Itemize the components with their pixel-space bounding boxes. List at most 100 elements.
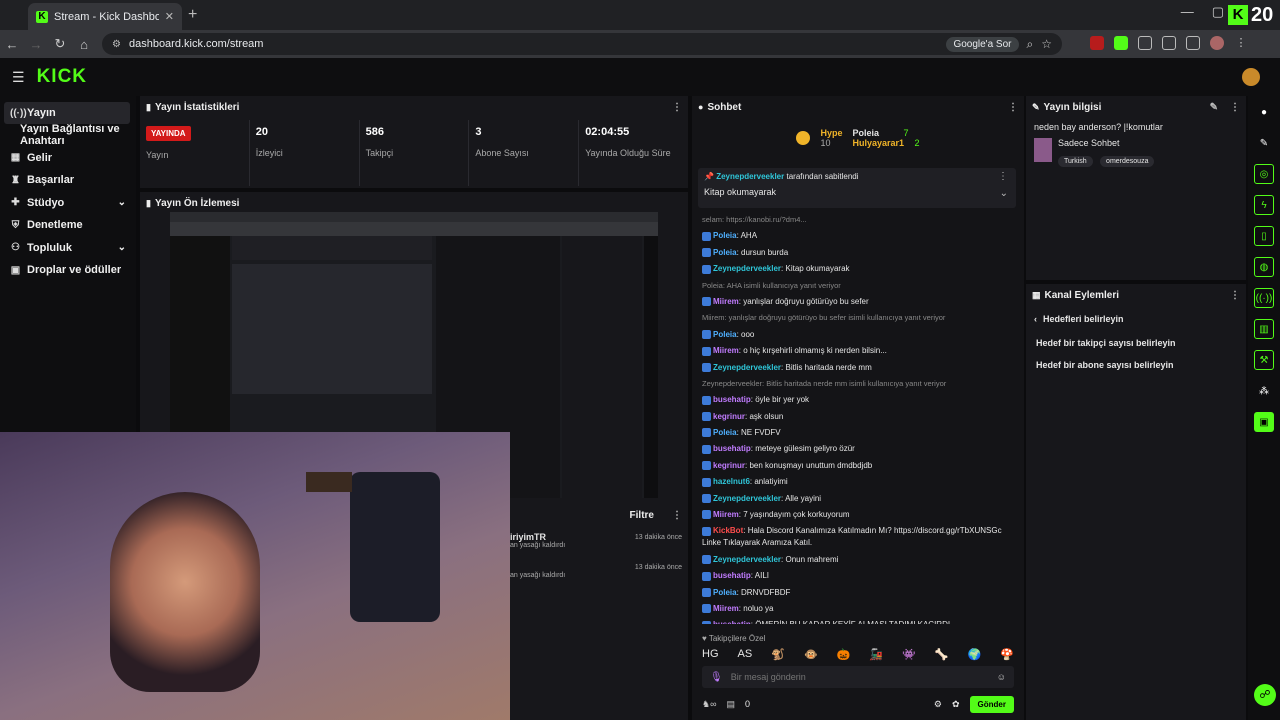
google-lens-button[interactable]: Google'a Sor xyxy=(946,36,1019,52)
sidebar-item-droplar[interactable]: ▣ Droplar ve ödüller xyxy=(0,259,136,281)
chat-username[interactable]: Miirem xyxy=(713,510,739,519)
reload-icon[interactable]: ↻ xyxy=(48,36,72,52)
emote-button[interactable]: 👾 xyxy=(902,648,916,661)
zoom-icon[interactable]: ⌕ xyxy=(1027,37,1034,52)
kick-logo[interactable]: KICK xyxy=(37,66,87,88)
broadcast-icon[interactable]: ((·)) xyxy=(1254,288,1274,308)
green-square-icon[interactable]: ▣ xyxy=(1254,412,1274,432)
document-icon[interactable]: ▯ xyxy=(1254,226,1274,246)
gift-icon[interactable]: ✿ xyxy=(952,699,960,710)
more-menu-icon[interactable]: ⋮ xyxy=(672,102,682,113)
goals-back-row[interactable]: ‹ Hedefleri belirleyin xyxy=(1026,306,1246,332)
minimize-icon[interactable]: — xyxy=(1181,4,1194,20)
tag-chip[interactable]: omerdesouza xyxy=(1100,156,1155,167)
wrench-icon[interactable]: ⚒ xyxy=(1254,350,1274,370)
sidebar-item-gelir[interactable]: ▦ Gelir xyxy=(0,147,136,169)
lightning-icon[interactable]: ϟ xyxy=(1254,195,1274,215)
bookmarks-icon[interactable] xyxy=(1162,36,1176,50)
more-menu-icon[interactable]: ⋮ xyxy=(1008,102,1018,113)
chat-username[interactable]: Zeynepderveekler xyxy=(713,363,781,372)
maximize-icon[interactable]: ▢ xyxy=(1212,4,1224,20)
chevron-down-icon[interactable]: ⌄ xyxy=(1000,188,1008,199)
profile-avatar[interactable] xyxy=(1210,36,1224,50)
target-icon[interactable]: ◎ xyxy=(1254,164,1274,184)
share-icon[interactable]: ⁂ xyxy=(1254,381,1274,401)
settings-icon[interactable]: ⚙ xyxy=(934,699,942,710)
chat-username[interactable]: busehatip xyxy=(713,395,751,404)
sidebar-item-stream-key[interactable]: Yayın Bağlantısı ve Anahtarı xyxy=(0,123,136,147)
emote-button[interactable]: AS xyxy=(738,648,753,661)
emote-button[interactable]: 🦴 xyxy=(935,648,949,661)
pencil-edit-icon[interactable]: ✎ xyxy=(1210,102,1218,113)
emote-button[interactable]: HG xyxy=(702,648,719,661)
chat-username[interactable]: Zeynepderveekler xyxy=(713,494,781,503)
sidebar-item-topluluk[interactable]: ⚇ Topluluk ⌄ xyxy=(0,237,136,259)
emote-button[interactable]: 🎃 xyxy=(837,648,851,661)
extensions-puzzle-icon[interactable] xyxy=(1138,36,1152,50)
browser-menu-icon[interactable]: ⋮ xyxy=(1234,36,1248,50)
pinned-message[interactable]: 📌 Zeynepderveekler tarafından sabitlendi… xyxy=(698,168,1016,208)
sidebar-item-studyo[interactable]: ✚ Stüdyo ⌄ xyxy=(0,192,136,214)
back-icon[interactable]: ← xyxy=(0,37,24,52)
more-menu-icon[interactable]: ⋮ xyxy=(672,510,682,521)
sidebar-item-basarilar[interactable]: ♜ Başarılar xyxy=(0,169,136,191)
more-menu-icon[interactable]: ⋮ xyxy=(1230,102,1240,113)
sidebar-item-denetleme[interactable]: ⛨ Denetleme xyxy=(0,214,136,236)
emote-button[interactable]: 🚂 xyxy=(869,648,883,661)
reading-list-icon[interactable] xyxy=(1186,36,1200,50)
chat-bubble-icon[interactable]: ◍ xyxy=(1254,257,1274,277)
mic-icon[interactable]: 🎙 xyxy=(710,672,723,683)
url-text[interactable]: dashboard.kick.com/stream xyxy=(129,38,938,50)
close-tab-icon[interactable]: ✕ xyxy=(165,10,174,23)
chat-username[interactable]: Zeynepderveekler xyxy=(713,264,781,273)
chat-username[interactable]: Miirem xyxy=(713,346,739,355)
chat-username[interactable]: Poleia xyxy=(713,588,737,597)
pencil-icon[interactable]: ✎ xyxy=(1254,133,1274,153)
home-icon[interactable]: ⌂ xyxy=(72,37,96,52)
goal-followers-item[interactable]: Hedef bir takipçi sayısı belirleyin xyxy=(1026,332,1246,354)
extension-red-icon[interactable] xyxy=(1090,36,1104,50)
more-menu-icon[interactable]: ⋮ xyxy=(1230,290,1240,301)
chat-username[interactable]: kegrinur xyxy=(713,461,745,470)
new-tab-icon[interactable]: + xyxy=(188,6,197,24)
chat-input-box[interactable]: 🎙 ☺ xyxy=(702,666,1014,688)
chat-username[interactable]: Miirem xyxy=(713,297,739,306)
chat-username[interactable]: Poleia xyxy=(713,248,737,257)
emoji-icon[interactable]: ☺ xyxy=(997,672,1006,682)
omnibox[interactable]: ⚙ dashboard.kick.com/stream Google'a Sor… xyxy=(102,33,1062,55)
emote-button[interactable]: 🐵 xyxy=(804,648,818,661)
chat-username[interactable]: KickBot xyxy=(713,526,743,535)
filter-button[interactable]: Filtre xyxy=(630,510,654,521)
more-menu-icon[interactable]: ⋮ xyxy=(998,171,1008,182)
sidebar-item-yayin[interactable]: ((·)) Yayın xyxy=(4,102,130,124)
chat-username[interactable]: Poleia xyxy=(713,330,737,339)
chat-username[interactable]: Miirem xyxy=(713,604,739,613)
chat-input[interactable] xyxy=(730,672,989,682)
hype-bar[interactable]: Hype 10 Poleia 7 Hulyayarar1 2 xyxy=(692,120,1024,156)
chat-username[interactable]: kegrinur xyxy=(713,412,745,421)
clipboard-icon[interactable]: ▥ xyxy=(1254,319,1274,339)
extension-kick-icon[interactable] xyxy=(1114,36,1128,50)
chest-icon[interactable]: ▤ xyxy=(726,699,735,710)
tag-chip[interactable]: Turkish xyxy=(1058,156,1093,167)
browser-tab[interactable]: K Stream - Kick Dashboard ✕ xyxy=(28,3,182,30)
emote-button[interactable]: 🍄 xyxy=(1000,648,1014,661)
forward-icon[interactable]: → xyxy=(24,37,48,52)
emote-button[interactable]: 🌍 xyxy=(968,648,982,661)
info-icon[interactable]: ● xyxy=(1254,102,1274,122)
chat-username[interactable]: busehatip xyxy=(713,620,751,624)
chat-username[interactable]: hazelnut6 xyxy=(713,477,750,486)
chat-float-icon[interactable]: ☍ xyxy=(1254,684,1276,706)
send-button[interactable]: Gönder xyxy=(969,695,1014,713)
bookmark-star-icon[interactable]: ☆ xyxy=(1041,37,1052,51)
viewers-icon[interactable]: ♞∞ xyxy=(702,699,716,710)
chat-username[interactable]: Zeynepderveekler xyxy=(713,555,781,564)
chat-username[interactable]: busehatip xyxy=(713,571,751,580)
chat-username[interactable]: Poleia xyxy=(713,231,737,240)
goal-subs-item[interactable]: Hedef bir abone sayısı belirleyin xyxy=(1026,354,1246,376)
user-avatar[interactable] xyxy=(1242,68,1260,86)
emote-button[interactable]: 🐒 xyxy=(771,648,785,661)
site-info-icon[interactable]: ⚙ xyxy=(112,39,121,50)
hamburger-menu-icon[interactable]: ☰ xyxy=(12,69,25,86)
chat-username[interactable]: Poleia xyxy=(713,428,737,437)
